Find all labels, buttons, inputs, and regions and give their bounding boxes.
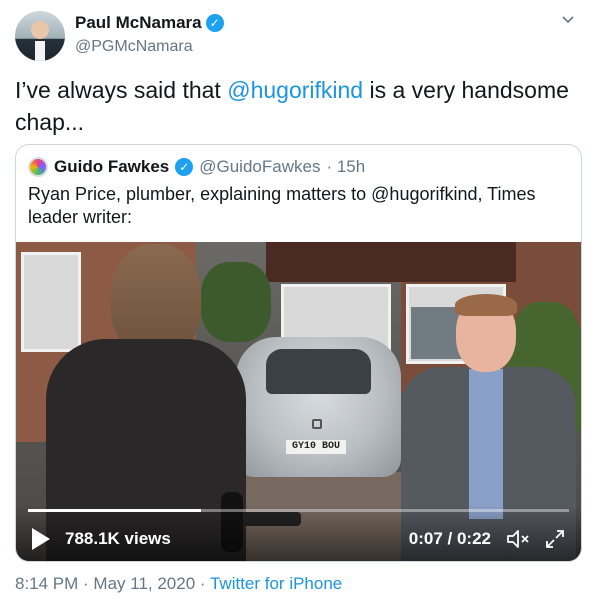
- quoted-age: · 15h: [326, 157, 366, 176]
- quoted-header: Guido Fawkes ✓ @GuidoFawkes · 15h: [28, 157, 365, 177]
- chevron-down-svg: [562, 16, 574, 24]
- view-count: 788.1K views: [65, 529, 171, 548]
- play-icon[interactable]: [32, 528, 50, 550]
- author-avatar[interactable]: [15, 11, 65, 61]
- tweet-timestamp[interactable]: 8:14 PM · May 11, 2020 ·: [15, 574, 210, 593]
- quoted-author-handle: @GuidoFawkes: [199, 157, 321, 176]
- tweet-text-before: I’ve always said that: [15, 77, 228, 103]
- chevron-down-icon[interactable]: [558, 12, 578, 33]
- mention-link[interactable]: @hugorifkind: [227, 77, 363, 103]
- volume-muted-svg: [507, 530, 529, 548]
- video-progress-fill: [28, 509, 202, 512]
- interviewer-head: [111, 244, 201, 354]
- license-plate: GY10 BOU: [286, 440, 346, 454]
- interviewee-shirt: [469, 369, 503, 519]
- tweet-text: I’ve always said that @hugorifkind is a …: [15, 74, 575, 138]
- expand-icon[interactable]: [543, 527, 567, 551]
- verified-badge-icon: ✓: [175, 158, 194, 176]
- car-windshield: [266, 349, 371, 394]
- tweet-source[interactable]: Twitter for iPhone: [210, 574, 342, 593]
- video-time: 0:07 / 0:22: [408, 529, 491, 548]
- video-progress-bar[interactable]: [28, 509, 569, 512]
- car: GY10 BOU: [236, 337, 401, 477]
- author-name[interactable]: Paul McNamara: [75, 13, 202, 33]
- video-player[interactable]: GY10 BOU 788.1K views 0:07 / 0:22: [16, 242, 581, 561]
- verified-badge-icon: ✓: [205, 14, 224, 32]
- author-handle[interactable]: @PGMcNamara: [75, 38, 193, 56]
- quoted-avatar: [28, 157, 48, 177]
- car-logo: [312, 419, 322, 429]
- avatar-shirt: [35, 41, 45, 61]
- volume-muted-icon[interactable]: [505, 527, 531, 551]
- quoted-tweet[interactable]: Guido Fawkes ✓ @GuidoFawkes · 15h Ryan P…: [15, 144, 582, 562]
- interviewee-hair: [455, 294, 517, 316]
- tweet-footer: 8:14 PM · May 11, 2020 · Twitter for iPh…: [15, 574, 342, 594]
- quoted-text: Ryan Price, plumber, explaining matters …: [28, 184, 536, 227]
- roof: [266, 242, 516, 282]
- quoted-author-name: Guido Fawkes: [54, 157, 170, 176]
- expand-svg: [546, 530, 564, 548]
- author-name-row[interactable]: Paul McNamara ✓: [75, 13, 224, 33]
